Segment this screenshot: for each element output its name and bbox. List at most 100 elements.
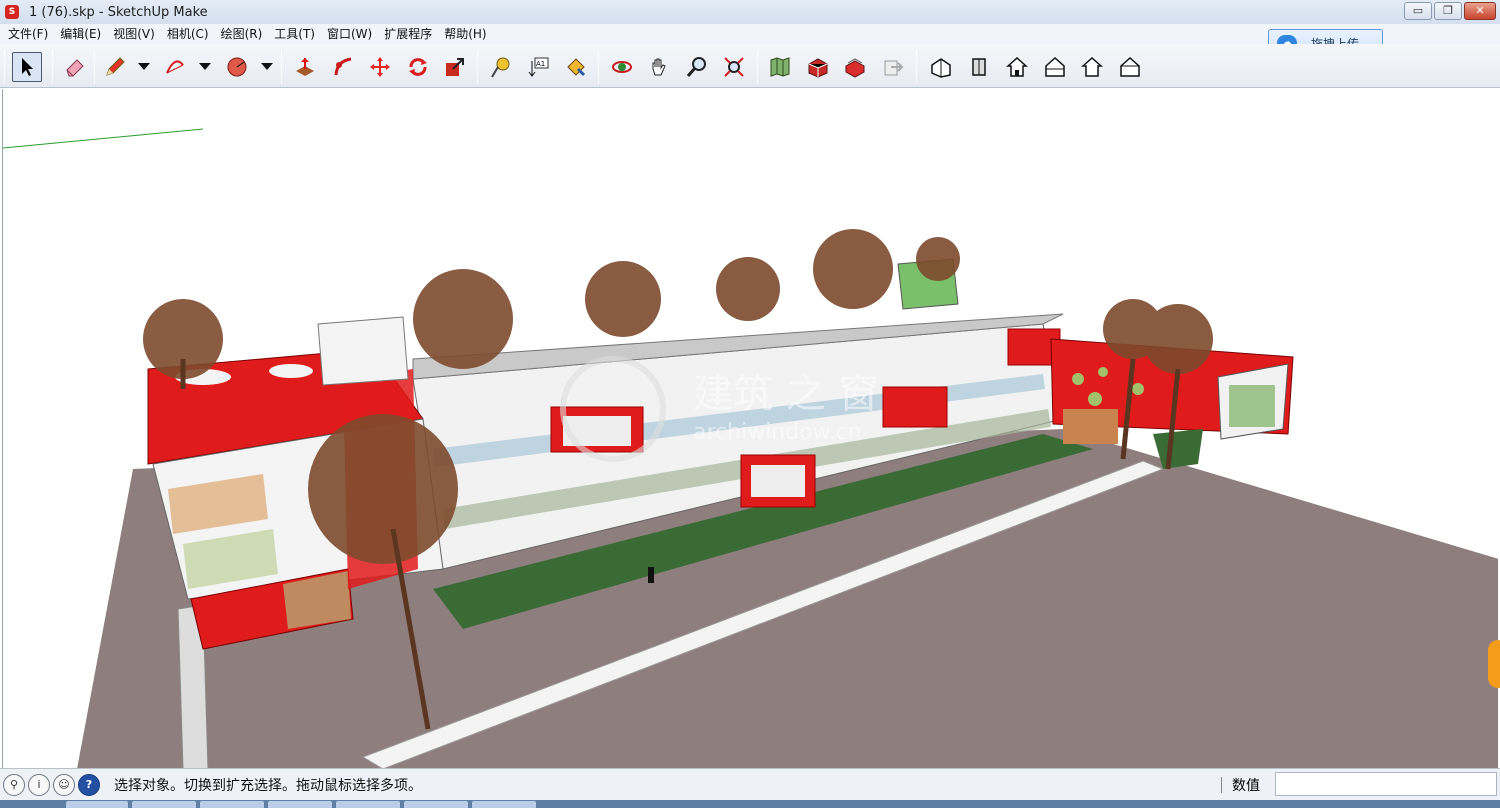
menu-draw[interactable]: 绘图(R): [215, 24, 269, 44]
orbit-tool[interactable]: [607, 52, 637, 82]
window-controls: ▭ ❐ ✕: [1404, 2, 1496, 20]
menu-extensions[interactable]: 扩展程序: [378, 24, 438, 44]
arc-dropdown-icon[interactable]: [199, 63, 211, 70]
magnifier-icon: [686, 57, 706, 77]
right-wing-glass: [1229, 385, 1275, 427]
close-button[interactable]: ✕: [1464, 2, 1496, 20]
3d-warehouse-tool[interactable]: [803, 52, 833, 82]
iso-view[interactable]: [926, 52, 956, 82]
taskbar-item[interactable]: [66, 801, 128, 808]
zoom-tool[interactable]: [682, 52, 712, 82]
watermark-url: archiwindow.cn: [693, 420, 862, 445]
arc-icon: [166, 60, 184, 74]
status-bar: ⚲ i ☺ ? 选择对象。切换到扩充选择。拖动鼠标选择多项。 数值: [0, 768, 1500, 800]
share-model-tool[interactable]: [878, 52, 908, 82]
left-view[interactable]: [1115, 52, 1145, 82]
taskbar-item[interactable]: [132, 801, 196, 808]
green-axis-line: [3, 128, 204, 149]
pencil-dropdown-icon[interactable]: [138, 63, 150, 70]
move-arrows-icon: [370, 57, 390, 77]
geo-location-icon[interactable]: ⚲: [3, 773, 25, 796]
follow-me-icon: [334, 57, 352, 76]
extension-warehouse-tool[interactable]: [840, 52, 870, 82]
menu-file[interactable]: 文件(F): [2, 24, 54, 44]
watermark-text: 建筑 之 窗: [693, 371, 878, 417]
restore-button[interactable]: ❐: [1434, 2, 1462, 20]
taskbar-item[interactable]: [200, 801, 264, 808]
extension-icon: [845, 58, 865, 78]
eraser-tool[interactable]: [60, 52, 90, 82]
zoom-extents-tool[interactable]: [719, 52, 749, 82]
menu-edit[interactable]: 编辑(E): [54, 24, 107, 44]
right-view[interactable]: [1040, 52, 1070, 82]
svg-text:A1: A1: [536, 60, 545, 68]
arrow-cursor-icon: [22, 58, 33, 76]
roof-opening-2: [269, 364, 313, 378]
map-icon: [770, 57, 790, 77]
front-house-icon: [1006, 56, 1028, 77]
front-view[interactable]: [1002, 52, 1032, 82]
top-view-icon: [972, 58, 986, 76]
share-icon: [884, 60, 904, 76]
user-icon[interactable]: ☺: [53, 773, 75, 796]
stair-tower: [317, 316, 409, 386]
top-view[interactable]: [964, 52, 994, 82]
pan-tool[interactable]: [644, 52, 674, 82]
zoom-extents-icon: [724, 57, 744, 77]
push-pull-tool[interactable]: [290, 52, 320, 82]
arc-tool[interactable]: [160, 52, 190, 82]
select-tool[interactable]: [12, 52, 42, 82]
pencil-icon: [106, 57, 125, 76]
text-tool[interactable]: A1: [523, 52, 553, 82]
shape-dropdown-icon[interactable]: [261, 63, 273, 70]
info-icon[interactable]: i: [28, 773, 50, 796]
tape-measure-icon: [491, 57, 510, 78]
measurements-label: 数值: [1232, 778, 1260, 794]
minimize-button[interactable]: ▭: [1404, 2, 1432, 20]
left-house-icon: [1120, 56, 1140, 77]
taskbar-item[interactable]: [336, 801, 400, 808]
right-house-icon: [1045, 56, 1065, 77]
menu-camera[interactable]: 相机(C): [161, 24, 215, 44]
window-title: 1 (76).skp - SketchUp Make: [29, 4, 208, 20]
round-window-2: [1098, 367, 1108, 377]
scale-figure: [648, 567, 654, 583]
menu-window[interactable]: 窗口(W): [321, 24, 378, 44]
model-viewport[interactable]: 建筑 之 窗 archiwindow.cn: [2, 89, 1498, 769]
rotate-tool[interactable]: [403, 52, 433, 82]
title-bar: S 1 (76).skp - SketchUp Make ▭ ❐ ✕: [0, 0, 1500, 24]
text-label-icon: A1: [528, 57, 549, 77]
eraser-icon: [66, 59, 84, 77]
round-window-3: [1088, 392, 1102, 406]
taskbar-item[interactable]: [472, 801, 536, 808]
menu-view[interactable]: 视图(V): [107, 24, 161, 44]
round-window-4: [1132, 383, 1144, 395]
add-location-tool[interactable]: [765, 52, 795, 82]
side-float-tab[interactable]: [1488, 640, 1500, 688]
pencil-tool[interactable]: [100, 52, 130, 82]
measurements-input[interactable]: [1275, 772, 1497, 796]
back-house-icon: [1081, 56, 1103, 77]
tape-measure-tool[interactable]: [486, 52, 516, 82]
sketchup-logo-icon: S: [5, 5, 19, 19]
polygon-icon: [227, 57, 247, 77]
taskbar-item[interactable]: [404, 801, 468, 808]
paint-bucket-icon: [567, 58, 586, 77]
iso-house-icon: [931, 58, 951, 78]
back-view[interactable]: [1077, 52, 1107, 82]
taskbar-item[interactable]: [268, 801, 332, 808]
menu-tools[interactable]: 工具(T): [268, 24, 321, 44]
follow-me-tool[interactable]: [328, 52, 358, 82]
3d-model-scene: 建筑 之 窗 archiwindow.cn: [3, 128, 1498, 769]
rotate-icon: [409, 58, 427, 76]
scale-icon: [446, 58, 464, 76]
push-pull-icon: [296, 58, 314, 76]
shape-tool[interactable]: [222, 52, 252, 82]
paint-bucket-tool[interactable]: [561, 52, 591, 82]
menu-help[interactable]: 帮助(H): [438, 24, 492, 44]
orbit-icon: [612, 61, 632, 73]
scale-tool[interactable]: [440, 52, 470, 82]
help-icon[interactable]: ?: [78, 773, 100, 796]
move-tool[interactable]: [365, 52, 395, 82]
red-frame-3: [882, 386, 948, 428]
